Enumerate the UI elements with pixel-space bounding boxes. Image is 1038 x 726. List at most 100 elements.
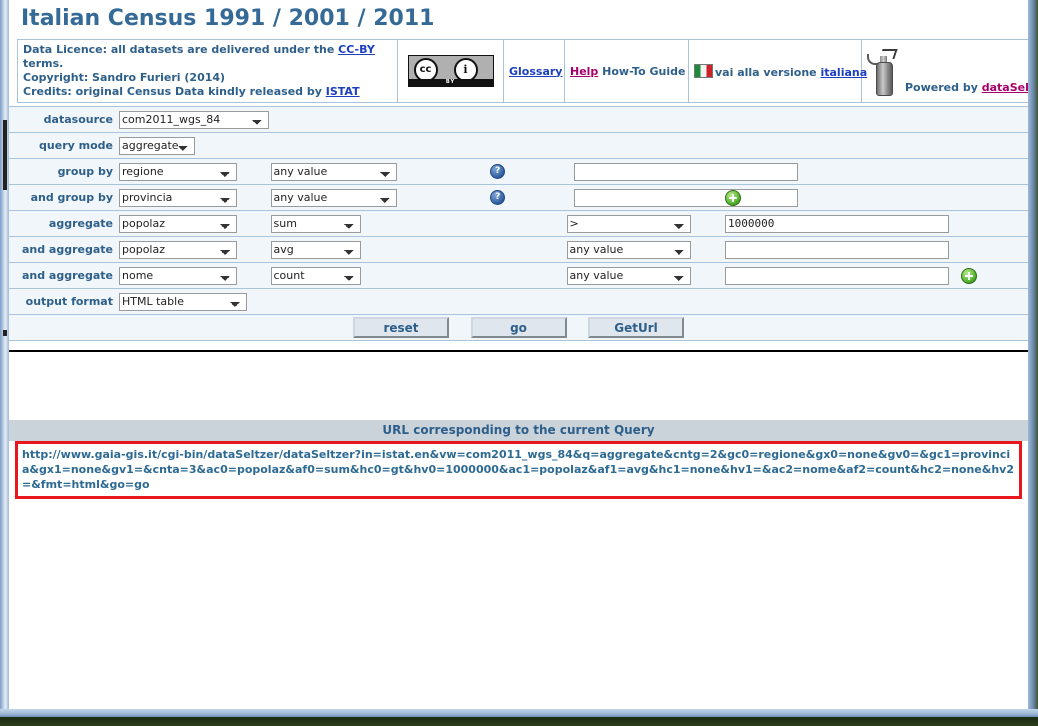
query-mode-select[interactable]: aggregate: [119, 136, 195, 155]
add-group-by-icon[interactable]: [725, 189, 741, 206]
window-left-edge: [0, 0, 9, 709]
browser-page: Italian Census 1991 / 2001 / 2011 Data L…: [9, 0, 1028, 709]
italian-version-link[interactable]: italiana: [820, 66, 867, 79]
and-aggregate-1-function-cell: avg any value: [270, 236, 725, 263]
section-divider: [9, 350, 1028, 352]
and-aggregate-1-function-select[interactable]: avg: [270, 240, 361, 259]
group-by-label: group by: [9, 158, 119, 185]
group-by-filter-cell: any value: [270, 158, 422, 185]
datasource-label: datasource: [9, 106, 119, 133]
form-row-and-group-by: and group by provincia any value ?: [9, 184, 1028, 211]
and-group-by-value-cell: [573, 184, 798, 211]
aggregate-column-cell: popolaz: [119, 210, 271, 237]
licence-header-row: Data Licence: all datasets are delivered…: [17, 39, 1028, 103]
aggregate-function-select[interactable]: sum: [270, 214, 361, 233]
and-aggregate-2-column-cell: nome: [119, 262, 271, 289]
form-row-aggregate: aggregate popolaz sum >: [9, 210, 1028, 237]
licence-text-cell: Data Licence: all datasets are delivered…: [17, 39, 398, 103]
licence-line-1-post: terms.: [23, 57, 64, 70]
and-group-by-label: and group by: [9, 184, 119, 211]
help-link[interactable]: Help: [570, 65, 598, 78]
and-group-by-column-select[interactable]: provincia: [119, 188, 237, 207]
form-row-and-aggregate-1: and aggregate popolaz avg any value: [9, 236, 1028, 263]
and-group-by-value-input[interactable]: [573, 188, 798, 207]
help-icon[interactable]: ?: [490, 164, 506, 179]
datasource-control-cell: com2011_wgs_84: [119, 106, 1028, 133]
page-title: Italian Census 1991 / 2001 / 2011: [21, 6, 435, 31]
seltzer-bottle-icon: [867, 48, 901, 96]
desktop-strip: [0, 717, 1038, 726]
query-url-text[interactable]: http://www.gaia-gis.it/cgi-bin/dataSeltz…: [22, 447, 1015, 492]
and-group-by-filter-select[interactable]: any value: [270, 188, 397, 207]
italian-version-cell: vai alla versione italiana: [688, 39, 867, 103]
creative-commons-badge-icon: cc i BY: [407, 55, 494, 87]
glossary-cell: Glossary: [503, 39, 565, 103]
group-by-filter-select[interactable]: any value: [270, 162, 397, 181]
group-by-column-select[interactable]: regione: [119, 162, 237, 181]
cc-by-link[interactable]: CC-BY: [338, 43, 375, 56]
and-aggregate-1-column-cell: popolaz: [119, 236, 271, 263]
aggregate-value-input[interactable]: [725, 214, 949, 233]
form-row-buttons: reset go GetUrl: [9, 314, 1028, 341]
and-group-by-spacer: [876, 184, 1028, 211]
licence-line-3-pre: Credits: original Census Data kindly rel…: [23, 85, 326, 98]
query-mode-label: query mode: [9, 132, 119, 159]
licence-line-1-pre: Data Licence: all datasets are delivered…: [23, 43, 339, 56]
help-icon[interactable]: ?: [490, 190, 506, 205]
licence-header-table: Data Licence: all datasets are delivered…: [17, 39, 1028, 103]
aggregate-function-cell: sum >: [270, 210, 725, 237]
licence-line-1: Data Licence: all datasets are delivered…: [23, 43, 392, 71]
cc-badge-cell: cc i BY: [397, 39, 504, 103]
url-section-heading: URL corresponding to the current Query: [9, 420, 1028, 441]
and-aggregate-1-value-input[interactable]: [725, 240, 949, 259]
istat-link[interactable]: ISTAT: [326, 85, 360, 98]
group-by-help-cell: ?: [422, 158, 574, 185]
form-row-output-format: output format HTML table: [9, 288, 1028, 315]
query-form-table: datasource com2011_wgs_84 query mode agg…: [9, 106, 1028, 341]
query-mode-control-cell: aggregate: [119, 132, 1028, 159]
powered-by-cell: Powered by dataSeltzer: [861, 39, 1028, 103]
window-bottom-edge: [0, 709, 1038, 717]
group-by-value-cell: [573, 158, 1028, 185]
and-group-by-filter-cell: any value: [270, 184, 422, 211]
and-aggregate-2-column-select[interactable]: nome: [119, 266, 237, 285]
italian-flag-icon: [694, 63, 713, 78]
and-aggregate-2-value-input[interactable]: [725, 266, 949, 285]
italian-version-label: vai alla versione: [715, 65, 821, 79]
and-aggregate-2-function-select[interactable]: count: [270, 266, 361, 285]
form-row-datasource: datasource com2011_wgs_84: [9, 106, 1028, 133]
output-format-select[interactable]: HTML table: [119, 292, 247, 311]
aggregate-column-select[interactable]: popolaz: [119, 214, 237, 233]
dataseltzer-link[interactable]: dataSeltzer: [982, 81, 1028, 94]
and-aggregate-2-condition-select[interactable]: any value: [566, 266, 691, 285]
geturl-button[interactable]: GetUrl: [588, 317, 684, 338]
datasource-select[interactable]: com2011_wgs_84: [119, 110, 269, 129]
desktop-background: Italian Census 1991 / 2001 / 2011 Data L…: [0, 0, 1038, 726]
reset-button[interactable]: reset: [353, 317, 449, 338]
and-aggregate-2-value-cell: [725, 262, 1028, 289]
help-cell: Help How-To Guide: [564, 39, 689, 103]
go-button[interactable]: go: [470, 317, 567, 338]
and-aggregate-1-column-select[interactable]: popolaz: [119, 240, 237, 259]
group-by-value-input[interactable]: [573, 162, 798, 181]
add-aggregate-icon[interactable]: [960, 268, 977, 284]
aggregate-value-cell: [725, 210, 1028, 237]
form-row-and-aggregate-2: and aggregate nome count any value: [9, 262, 1028, 289]
cc-by-label: BY: [408, 79, 493, 86]
glossary-link[interactable]: Glossary: [509, 65, 562, 78]
and-aggregate-2-function-cell: count any value: [270, 262, 725, 289]
aggregate-condition-select[interactable]: >: [566, 214, 691, 233]
and-aggregate-1-label: and aggregate: [9, 236, 119, 263]
and-aggregate-1-value-cell: [725, 236, 1028, 263]
form-row-group-by: group by regione any value ?: [9, 158, 1028, 185]
form-row-query-mode: query mode aggregate: [9, 132, 1028, 159]
aggregate-label: aggregate: [9, 210, 119, 237]
output-format-control-cell: HTML table: [119, 288, 1028, 315]
and-aggregate-2-label: and aggregate: [9, 262, 119, 289]
buttons-cell: reset go GetUrl: [9, 314, 1028, 341]
url-result-box: http://www.gaia-gis.it/cgi-bin/dataSeltz…: [15, 441, 1022, 499]
licence-line-3: Credits: original Census Data kindly rel…: [23, 85, 392, 99]
and-aggregate-1-condition-select[interactable]: any value: [566, 240, 691, 259]
howto-guide-label: How-To Guide: [602, 64, 686, 78]
group-by-column-cell: regione: [119, 158, 271, 185]
